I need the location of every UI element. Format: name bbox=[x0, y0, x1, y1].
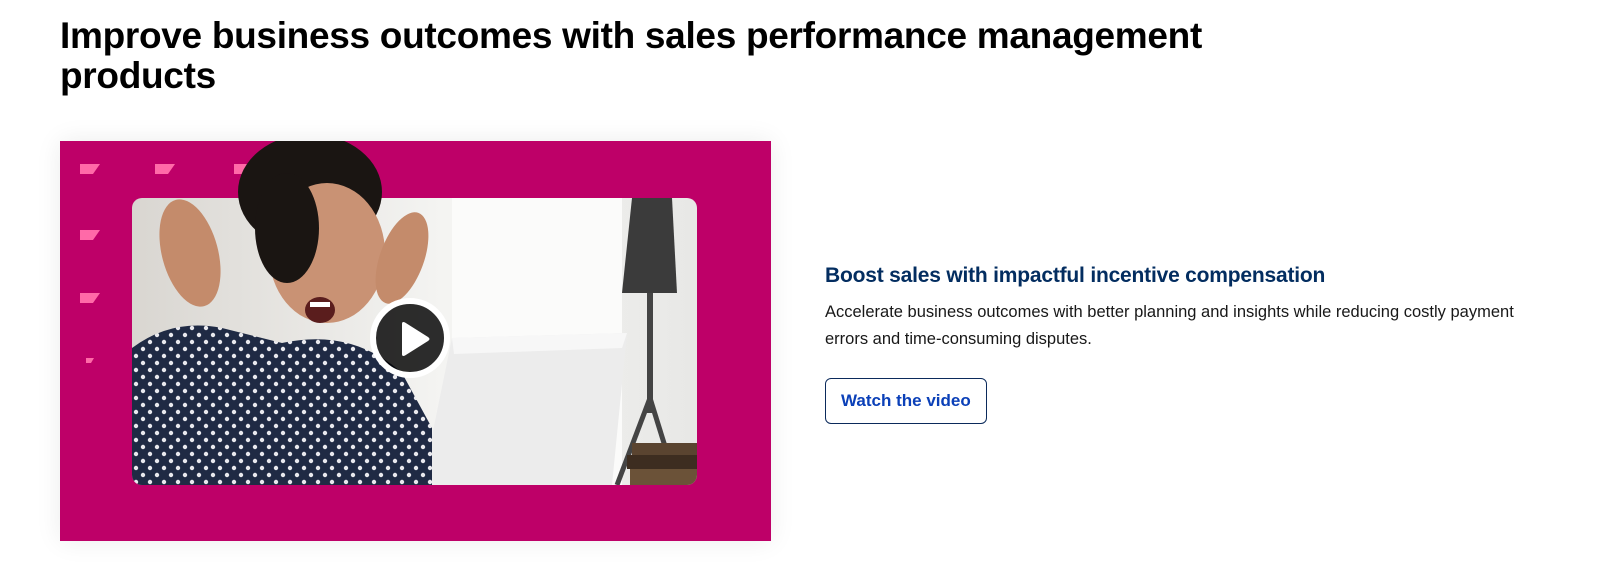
content-block: Boost sales with impactful incentive com… bbox=[825, 262, 1515, 424]
play-button[interactable] bbox=[370, 298, 450, 378]
card-heading: Boost sales with impactful incentive com… bbox=[825, 264, 1326, 287]
page: Improve business outcomes with sales per… bbox=[0, 0, 1600, 583]
card-description: Accelerate business outcomes with better… bbox=[825, 303, 1514, 348]
page-title: Improve business outcomes with sales per… bbox=[60, 15, 1203, 96]
watch-video-button[interactable]: Watch the video bbox=[825, 378, 987, 424]
play-icon bbox=[402, 322, 430, 356]
video-thumbnail[interactable] bbox=[60, 141, 771, 541]
